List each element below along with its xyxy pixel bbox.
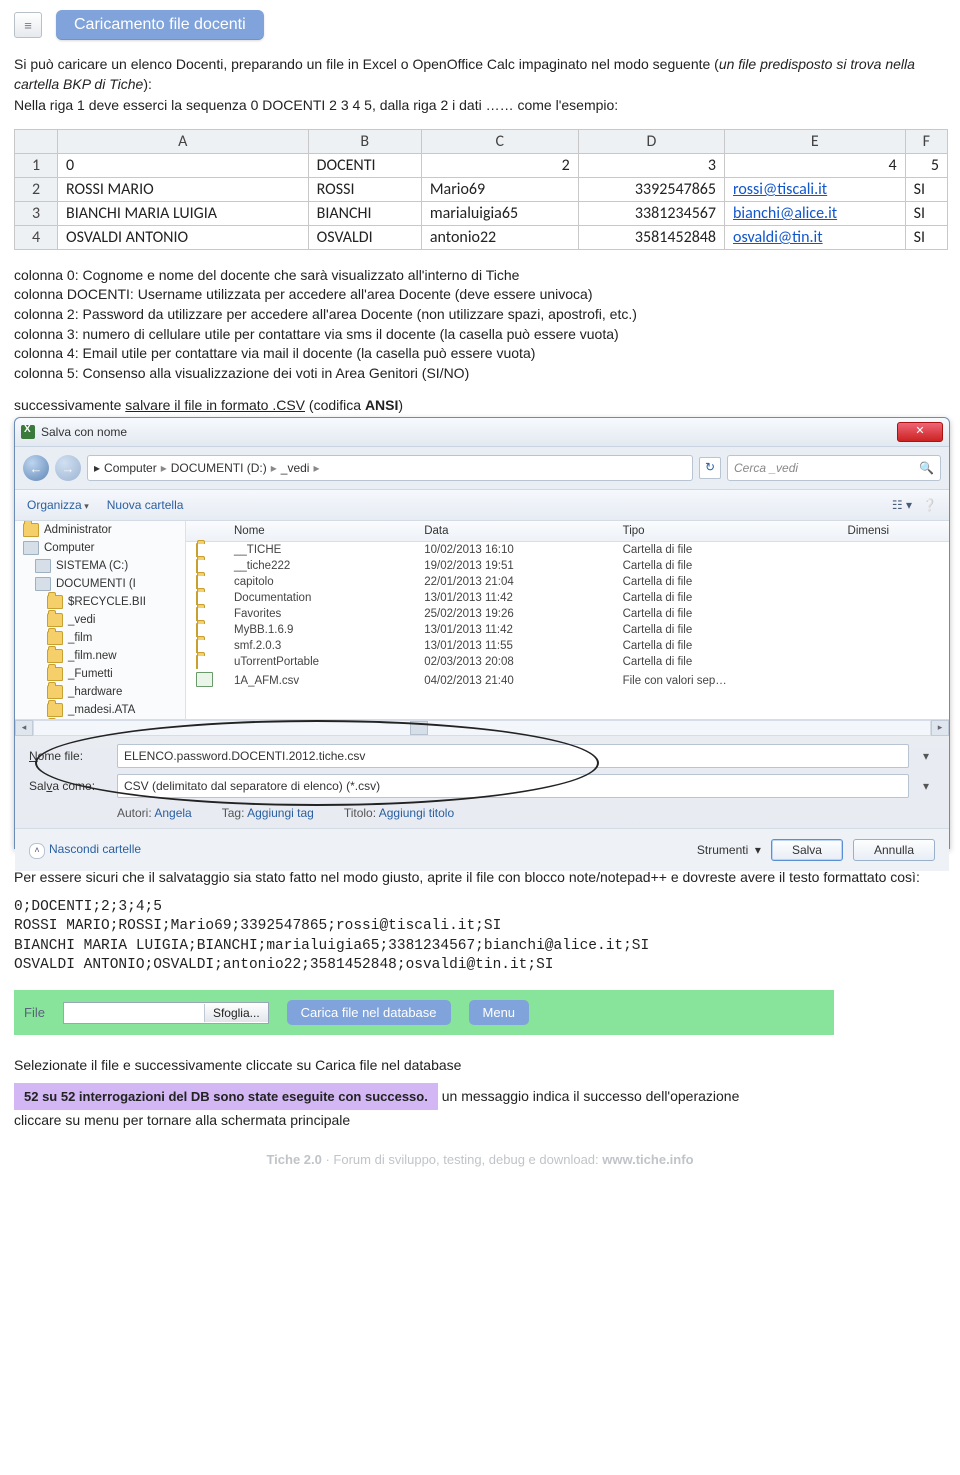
list-item: MyBB.1.6.913/01/2013 11:42Cartella di fi… [186,622,949,638]
excel-app-icon [21,425,35,439]
folder-icon [196,607,198,621]
folder-icon [196,575,198,589]
hide-folders-link[interactable]: ˄Nascondi cartelle [29,842,141,859]
folder-icon [196,591,198,605]
scrollbar[interactable]: ◂▸ [15,719,949,736]
nav-back-icon[interactable]: ← [23,455,49,481]
file-input[interactable]: Sfoglia... [63,1002,269,1024]
search-input[interactable]: Cerca _vedi🔍 [727,455,941,481]
folder-icon [47,685,63,699]
list-item: 1A_AFM.csv04/02/2013 21:40File con valor… [186,670,949,692]
upload-bar: File Sfoglia... Carica file nel database… [14,990,834,1035]
save-dialog: Salva con nome ✕ ← → ▸Computer▸DOCUMENTI… [14,417,950,849]
page-title-pill: Caricamento file docenti [56,10,264,40]
saveas-label: Salva come: [29,779,109,793]
computer-icon [23,541,39,555]
save-line: successivamente salvare il file in forma… [14,397,946,413]
folder-icon [23,523,39,537]
dialog-title: Salva con nome [41,425,127,439]
cancel-button[interactable]: Annulla [853,839,935,861]
search-icon: 🔍 [919,461,934,475]
refresh-icon[interactable]: ↻ [699,457,721,479]
folder-icon [196,559,198,573]
close-icon[interactable]: ✕ [897,422,943,442]
list-item: __tiche22219/02/2013 19:51Cartella di fi… [186,558,949,574]
filetype-field[interactable]: CSV (delimitato dal separatore di elenco… [117,774,909,798]
list-item: __TICHE10/02/2013 16:10Cartella di file [186,542,949,559]
filename-label: Nome file: [29,749,109,763]
disk-icon [35,559,51,573]
success-tail: un messaggio indica il successo dell'ope… [442,1088,740,1104]
file-label: File [24,1005,45,1020]
csv-icon [196,672,213,687]
folder-icon [196,639,198,653]
intro-text: Si può caricare un elenco Docenti, prepa… [14,54,946,115]
folder-icon [196,543,198,557]
page-icon: ≡ [14,12,42,38]
filename-field[interactable]: ELENCO.password.DOCENTI.2012.tiche.csv [117,744,909,768]
file-list[interactable]: NomeDataTipoDimensi __TICHE10/02/2013 16… [186,521,949,719]
breadcrumb[interactable]: ▸Computer▸DOCUMENTI (D:)▸_vedi▸ [87,455,693,481]
top-bar: ≡ Caricamento file docenti [14,10,946,40]
folder-icon [47,667,63,681]
organize-menu[interactable]: Organizza [27,498,89,512]
nav-forward-icon[interactable]: → [55,455,81,481]
folder-icon [47,595,63,609]
save-button[interactable]: Salva [771,839,843,861]
tools-menu[interactable]: Strumenti ▾ [697,843,761,857]
new-folder-button[interactable]: Nuova cartella [107,498,184,512]
load-db-button[interactable]: Carica file nel database [287,1000,451,1025]
metadata: Autori: Angela Tag: Aggiungi tag Titolo:… [29,804,935,820]
folder-icon [196,623,198,637]
folder-tree[interactable]: Administrator Computer SISTEMA (C:) DOCU… [15,521,186,719]
folder-icon [47,631,63,645]
folder-icon [47,649,63,663]
final-instruction: Selezionate il file e successivamente cl… [14,1057,946,1073]
list-item: uTorrentPortable02/03/2013 20:08Cartella… [186,654,949,670]
menu-button[interactable]: Menu [469,1000,530,1025]
back-line: cliccare su menu per tornare alla scherm… [14,1112,946,1128]
success-msg: 52 su 52 interrogazioni del DB sono stat… [14,1083,438,1110]
folder-icon [47,703,63,717]
disk-icon [35,577,51,591]
list-item: Documentation13/01/2013 11:42Cartella di… [186,590,949,606]
folder-icon [47,613,63,627]
list-item: capitolo22/01/2013 21:04Cartella di file [186,574,949,590]
columns-explain: colonna 0: Cognome e nome del docente ch… [14,266,946,384]
help-icon[interactable]: ❔ [922,498,937,512]
list-item: smf.2.0.313/01/2013 11:55Cartella di fil… [186,638,949,654]
csv-sample: 0;DOCENTI;2;3;4;5 ROSSI MARIO;ROSSI;Mari… [14,898,946,976]
list-item: Favorites25/02/2013 19:26Cartella di fil… [186,606,949,622]
footer: Tiche 2.0 · Forum di sviluppo, testing, … [14,1152,946,1167]
folder-icon [196,655,198,669]
browse-button[interactable]: Sfoglia... [204,1004,268,1022]
view-icon[interactable]: ☷ ▾ [892,498,912,512]
excel-example-table: ABCDEF 10DOCENTI2345 2ROSSI MARIOROSSIMa… [14,129,948,250]
